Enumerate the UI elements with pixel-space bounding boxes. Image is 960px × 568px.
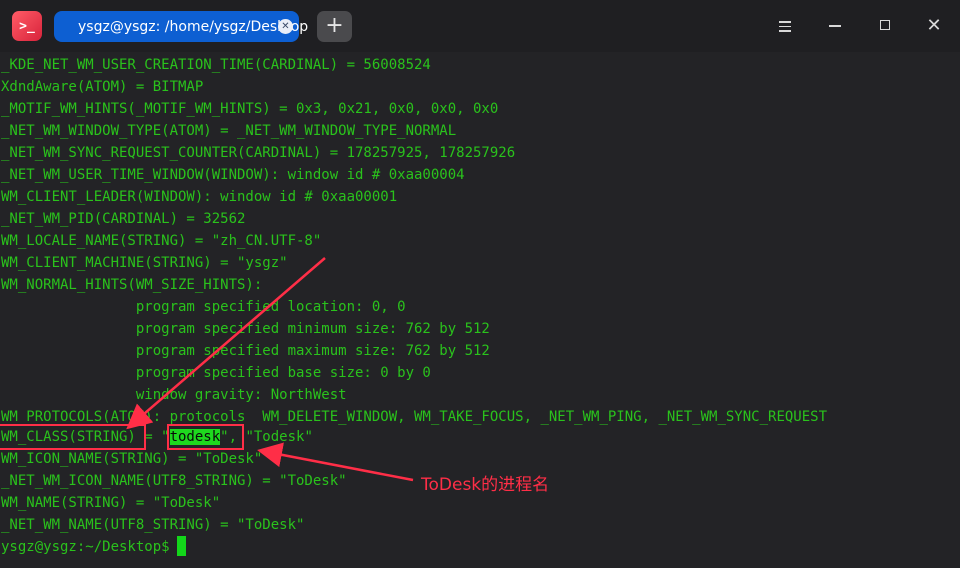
terminal-line: _NET_WM_PID(CARDINAL) = 32562 bbox=[1, 211, 246, 227]
terminal-line: program specified minimum size: 762 by 5… bbox=[1, 321, 490, 337]
terminal-line: window gravity: NorthWest bbox=[1, 387, 347, 403]
terminal-line: WM_ICON_NAME(STRING) = "ToDesk" bbox=[1, 451, 263, 467]
terminal-line: WM_LOCALE_NAME(STRING) = "zh_CN.UTF-8" bbox=[1, 233, 322, 249]
minimize-icon[interactable] bbox=[823, 14, 847, 38]
annotation-label: ToDesk的进程名 bbox=[421, 475, 550, 495]
title-bar: >_ ysgz@ysgz: /home/ysgz/Desktop ✕ + ✕ bbox=[0, 0, 960, 52]
terminal-line: program specified base size: 0 by 0 bbox=[1, 365, 431, 381]
tab-title: ysgz@ysgz: /home/ysgz/Desktop bbox=[78, 18, 309, 35]
terminal-line: XdndAware(ATOM) = BITMAP bbox=[1, 79, 204, 95]
tab-close-icon[interactable]: ✕ bbox=[278, 19, 293, 34]
terminal-app-icon[interactable]: >_ bbox=[12, 11, 42, 41]
terminal-line: _MOTIF_WM_HINTS(_MOTIF_WM_HINTS) = 0x3, … bbox=[1, 101, 499, 117]
terminal-line: _NET_WM_ICON_NAME(UTF8_STRING) = "ToDesk… bbox=[1, 473, 347, 489]
terminal-line: WM_CLIENT_MACHINE(STRING) = "ysgz" bbox=[1, 255, 288, 271]
prompt-line[interactable]: ysgz@ysgz:~/Desktop$ bbox=[1, 536, 186, 558]
terminal-line: _NET_WM_NAME(UTF8_STRING) = "ToDesk" bbox=[1, 517, 305, 533]
tab-terminal[interactable]: ysgz@ysgz: /home/ysgz/Desktop ✕ bbox=[54, 11, 308, 42]
text-cursor bbox=[176, 536, 186, 556]
terminal-line: WM_NAME(STRING) = "ToDesk" bbox=[1, 495, 221, 511]
terminal-line: WM_CLIENT_LEADER(WINDOW): window id # 0x… bbox=[1, 189, 398, 205]
terminal-line: WM_NORMAL_HINTS(WM_SIZE_HINTS): bbox=[1, 277, 263, 293]
close-icon[interactable]: ✕ bbox=[922, 14, 946, 38]
todesk-highlight-box bbox=[167, 424, 244, 450]
terminal-line: _NET_WM_WINDOW_TYPE(ATOM) = _NET_WM_WIND… bbox=[1, 123, 457, 139]
terminal-line: _NET_WM_SYNC_REQUEST_COUNTER(CARDINAL) =… bbox=[1, 145, 516, 161]
terminal-line: program specified location: 0, 0 bbox=[1, 299, 406, 315]
terminal-line: _NET_WM_USER_TIME_WINDOW(WINDOW): window… bbox=[1, 167, 465, 183]
shell-prompt: ysgz@ysgz:~/Desktop$ bbox=[1, 539, 170, 555]
terminal-line: program specified maximum size: 762 by 5… bbox=[1, 343, 490, 359]
menu-icon[interactable] bbox=[773, 14, 797, 38]
terminal-line: _KDE_NET_WM_USER_CREATION_TIME(CARDINAL)… bbox=[1, 57, 431, 73]
add-tab-button[interactable]: + bbox=[317, 11, 352, 42]
maximize-icon[interactable] bbox=[873, 14, 897, 38]
wm-class-highlight-box bbox=[0, 424, 146, 450]
